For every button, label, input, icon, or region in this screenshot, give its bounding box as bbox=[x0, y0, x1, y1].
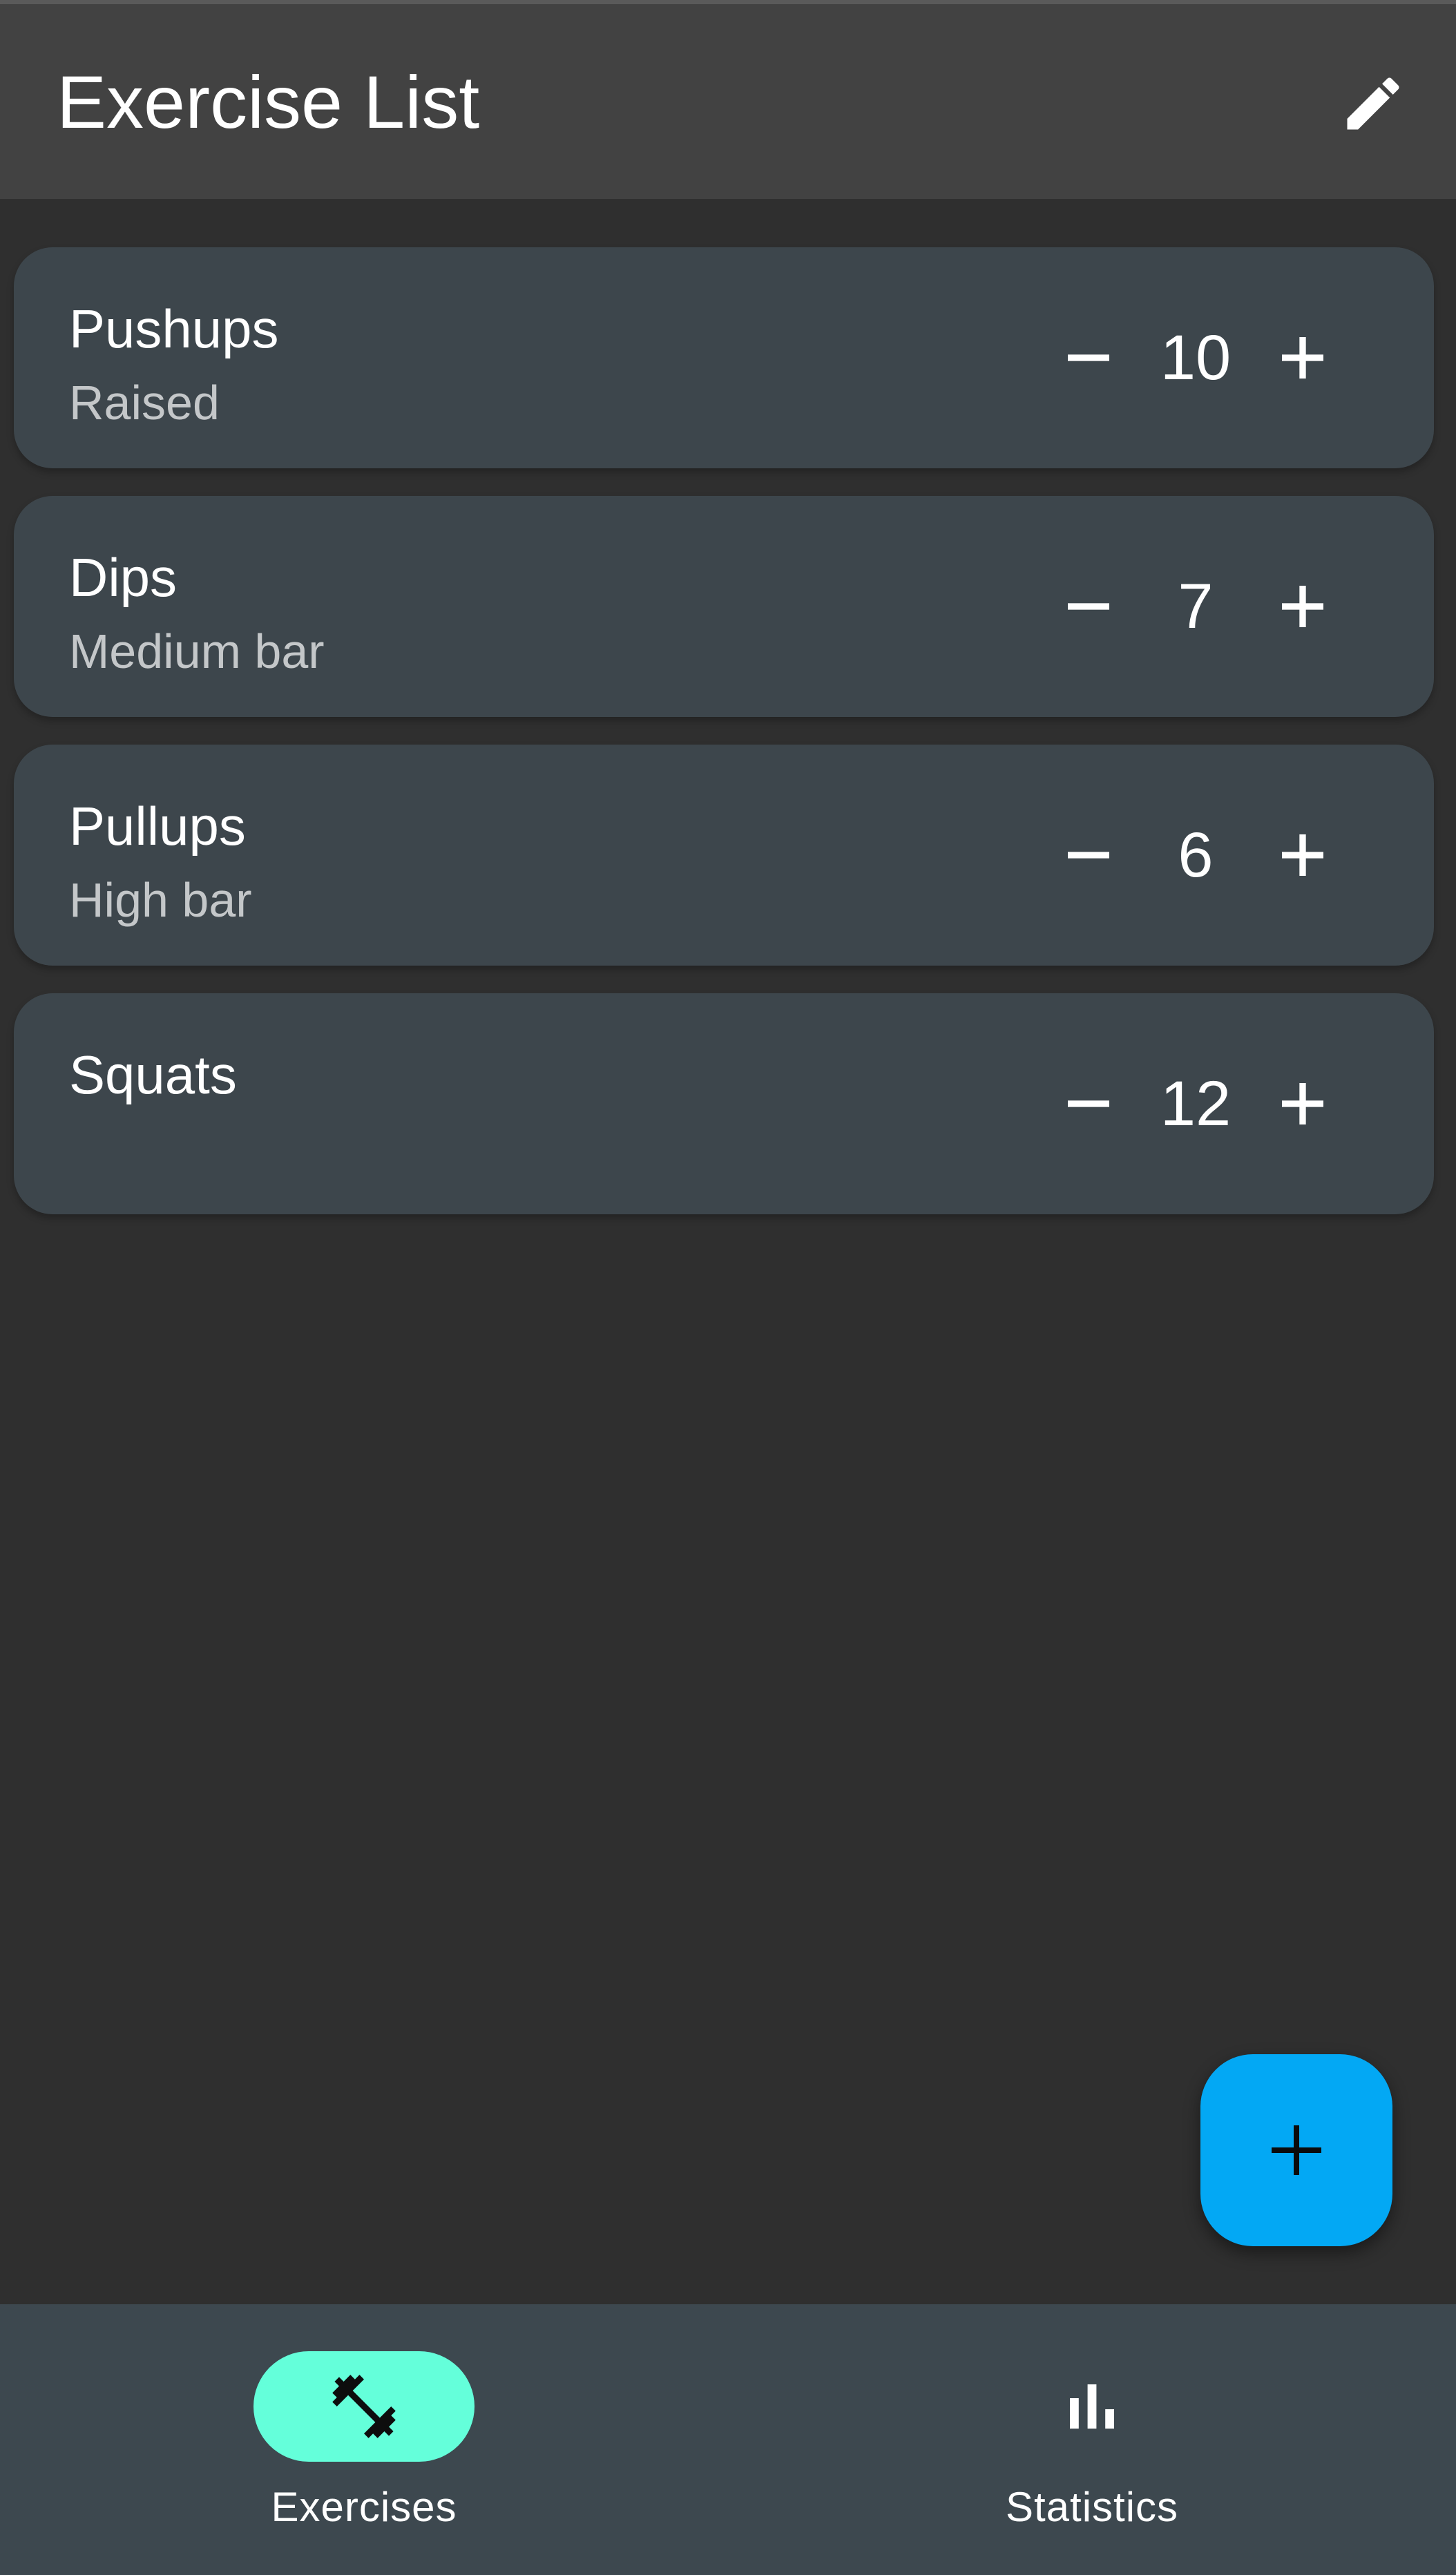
bottom-navigation: Exercises Statistics bbox=[0, 2304, 1456, 2575]
bar-chart-icon bbox=[1070, 2384, 1114, 2429]
page-title: Exercise List bbox=[57, 60, 480, 144]
dumbbell-icon bbox=[332, 2375, 396, 2438]
increment-button[interactable] bbox=[1254, 558, 1351, 655]
exercise-name: Squats bbox=[69, 1044, 237, 1105]
app-root: Exercise List Pushups Raised 10 Dips Med… bbox=[0, 0, 1456, 2575]
plus-icon bbox=[1282, 337, 1323, 379]
minus-icon bbox=[1068, 1100, 1109, 1107]
top-app-bar: Exercise List bbox=[0, 0, 1456, 199]
rep-counter: 6 bbox=[1040, 807, 1351, 903]
exercise-subtitle: Medium bar bbox=[69, 624, 325, 678]
plus-icon bbox=[1282, 586, 1323, 627]
minus-icon bbox=[1068, 852, 1109, 859]
nav-label-exercises: Exercises bbox=[271, 2484, 457, 2530]
nav-item-exercises[interactable]: Exercises bbox=[0, 2304, 728, 2575]
nav-active-indicator bbox=[253, 2351, 475, 2462]
exercise-subtitle: High bar bbox=[69, 873, 252, 927]
exercise-card-dips[interactable]: Dips Medium bar 7 bbox=[14, 496, 1434, 717]
increment-button[interactable] bbox=[1254, 807, 1351, 903]
exercise-subtitle: Raised bbox=[69, 376, 220, 430]
decrement-button[interactable] bbox=[1040, 1055, 1137, 1152]
rep-count: 10 bbox=[1160, 323, 1232, 393]
minus-icon bbox=[1068, 354, 1109, 361]
edit-button[interactable] bbox=[1332, 62, 1415, 145]
pencil-icon bbox=[1347, 77, 1399, 130]
nav-icon-container bbox=[981, 2351, 1203, 2462]
exercise-name: Dips bbox=[69, 547, 178, 608]
plus-icon bbox=[1272, 2125, 1321, 2175]
exercise-card-squats[interactable]: Squats 12 bbox=[14, 993, 1434, 1214]
rep-counter: 7 bbox=[1040, 558, 1351, 655]
exercise-name: Pushups bbox=[69, 298, 279, 359]
rep-counter: 12 bbox=[1040, 1055, 1351, 1152]
increment-button[interactable] bbox=[1254, 309, 1351, 406]
rep-counter: 10 bbox=[1040, 309, 1351, 406]
nav-label-statistics: Statistics bbox=[1005, 2484, 1179, 2530]
increment-button[interactable] bbox=[1254, 1055, 1351, 1152]
exercise-card-pushups[interactable]: Pushups Raised 10 bbox=[14, 247, 1434, 468]
decrement-button[interactable] bbox=[1040, 807, 1137, 903]
rep-count: 12 bbox=[1160, 1069, 1232, 1139]
rep-count: 6 bbox=[1178, 820, 1214, 890]
rep-count: 7 bbox=[1178, 571, 1214, 642]
plus-icon bbox=[1282, 834, 1323, 876]
plus-icon bbox=[1282, 1083, 1323, 1124]
exercise-card-pullups[interactable]: Pullups High bar 6 bbox=[14, 745, 1434, 966]
decrement-button[interactable] bbox=[1040, 309, 1137, 406]
nav-item-statistics[interactable]: Statistics bbox=[728, 2304, 1456, 2575]
exercise-name: Pullups bbox=[69, 796, 246, 856]
exercise-list: Pushups Raised 10 Dips Medium bar 7 Pull… bbox=[14, 247, 1434, 1242]
decrement-button[interactable] bbox=[1040, 558, 1137, 655]
add-exercise-button[interactable] bbox=[1200, 2054, 1392, 2246]
minus-icon bbox=[1068, 603, 1109, 610]
